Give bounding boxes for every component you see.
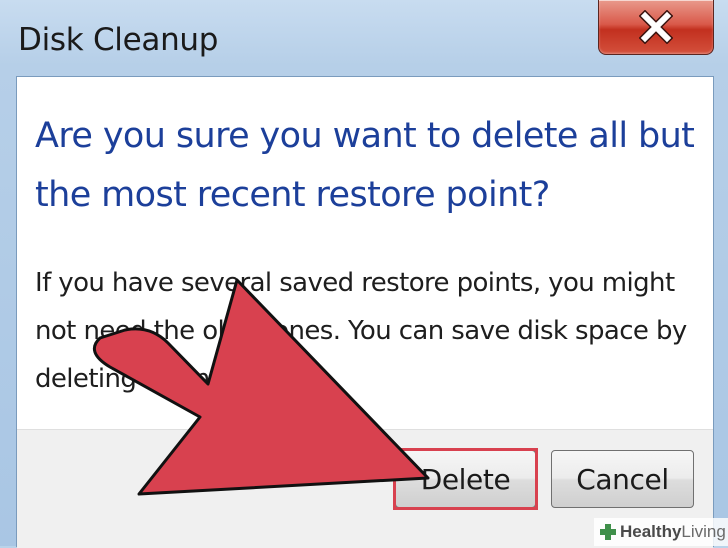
close-icon xyxy=(639,10,673,44)
body-text: If you have several saved restore points… xyxy=(35,268,687,394)
cancel-button[interactable]: Cancel xyxy=(551,450,694,508)
watermark: Healthy Living xyxy=(594,518,728,546)
title-bar[interactable]: Disk Cleanup xyxy=(0,0,728,78)
dialog-window: Disk Cleanup Are you sure you want to de… xyxy=(0,0,728,548)
window-title: Disk Cleanup xyxy=(18,22,219,58)
plus-leaf-icon xyxy=(600,524,616,540)
watermark-strong: Healthy xyxy=(620,522,682,541)
watermark-light: Living xyxy=(681,522,726,541)
delete-button[interactable]: Delete xyxy=(395,450,536,508)
dialog-content: Are you sure you want to delete all but … xyxy=(16,76,714,548)
main-instruction: Are you sure you want to delete all but … xyxy=(35,116,695,215)
close-button[interactable] xyxy=(598,0,714,55)
